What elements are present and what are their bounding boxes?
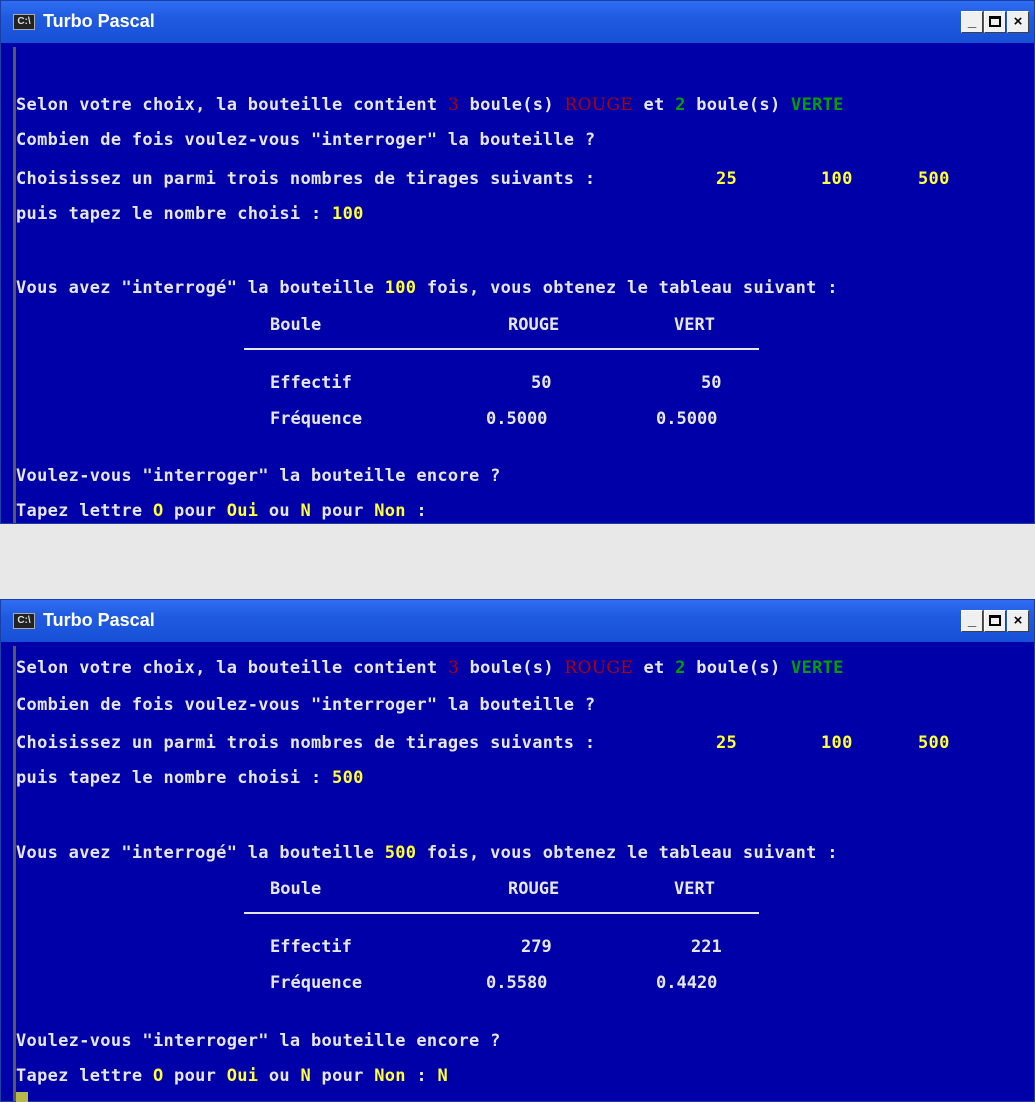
console-output[interactable]: Selon votre choix, la bouteille contient… (13, 47, 1022, 523)
title-bar[interactable]: C:\ Turbo Pascal _ × (1, 600, 1034, 642)
table-header-vert: VERT (674, 879, 715, 899)
prompt-line: Tapez lettre O pour Oui ou N pour Non : … (16, 1066, 448, 1086)
frequence-vert: 0.5000 (656, 409, 718, 429)
table-header-vert: VERT (674, 315, 715, 335)
option-25: 25 (716, 733, 738, 753)
chosen-number-line: puis tapez le nombre choisi : 500 (16, 768, 364, 788)
maximize-icon (989, 16, 1001, 27)
choices-line: Choisissez un parmi trois nombres de tir… (16, 169, 606, 189)
close-button[interactable]: × (1007, 610, 1029, 632)
option-100: 100 (821, 733, 853, 753)
frequence-vert: 0.4420 (656, 973, 718, 993)
effectif-vert: 221 (691, 937, 722, 957)
maximize-button[interactable] (984, 11, 1006, 33)
frequence-rouge: 0.5000 (486, 409, 548, 429)
frequence-rouge: 0.5580 (486, 973, 548, 993)
table-divider (244, 348, 759, 350)
option-100: 100 (821, 169, 853, 189)
result-intro-line: Vous avez "interrogé" la bouteille 500 f… (16, 843, 838, 863)
ask-again-line: Voulez-vous "interroger" la bouteille en… (16, 1031, 501, 1051)
maximize-icon (989, 615, 1001, 626)
result-intro-line: Vous avez "interrogé" la bouteille 100 f… (16, 278, 838, 298)
question-line: Combien de fois voulez-vous "interroger"… (16, 695, 596, 715)
option-25: 25 (716, 169, 738, 189)
prompt-line: Tapez lettre O pour Oui ou N pour Non : (16, 501, 427, 521)
console-icon[interactable]: C:\ (13, 613, 35, 629)
option-500: 500 (918, 733, 950, 753)
table-header-rouge: ROUGE (508, 315, 560, 335)
row-label-frequence: Fréquence (270, 409, 363, 429)
table-divider (244, 912, 759, 914)
option-500: 500 (918, 169, 950, 189)
chosen-number-line: puis tapez le nombre choisi : 100 (16, 204, 364, 224)
choices-line: Choisissez un parmi trois nombres de tir… (16, 733, 606, 753)
window-title: Turbo Pascal (43, 610, 155, 630)
console-output[interactable]: Selon votre choix, la bouteille contient… (13, 646, 1022, 1102)
close-button[interactable]: × (1007, 11, 1029, 33)
window-title: Turbo Pascal (43, 11, 155, 31)
ball-summary-line: Selon votre choix, la bouteille contient… (16, 95, 844, 115)
effectif-vert: 50 (701, 373, 722, 393)
text-cursor (16, 1092, 28, 1102)
console-icon[interactable]: C:\ (13, 14, 35, 30)
minimize-button[interactable]: _ (961, 610, 983, 632)
ball-summary-line: Selon votre choix, la bouteille contient… (16, 658, 844, 678)
effectif-rouge: 279 (521, 937, 552, 957)
minimize-button[interactable]: _ (961, 11, 983, 33)
ask-again-line: Voulez-vous "interroger" la bouteille en… (16, 466, 501, 486)
maximize-button[interactable] (984, 610, 1006, 632)
table-header-rouge: ROUGE (508, 879, 560, 899)
row-label-effectif: Effectif (270, 937, 352, 957)
turbo-pascal-window-2: C:\ Turbo Pascal _ × Selon votre choix, … (0, 599, 1035, 1102)
turbo-pascal-window-1: C:\ Turbo Pascal _ × Selon votre choix, … (0, 0, 1035, 524)
effectif-rouge: 50 (531, 373, 552, 393)
row-label-frequence: Fréquence (270, 973, 363, 993)
table-header-boule: Boule (270, 315, 322, 335)
row-label-effectif: Effectif (270, 373, 352, 393)
title-bar[interactable]: C:\ Turbo Pascal _ × (1, 1, 1034, 43)
table-header-boule: Boule (270, 879, 322, 899)
question-line: Combien de fois voulez-vous "interroger"… (16, 130, 596, 150)
